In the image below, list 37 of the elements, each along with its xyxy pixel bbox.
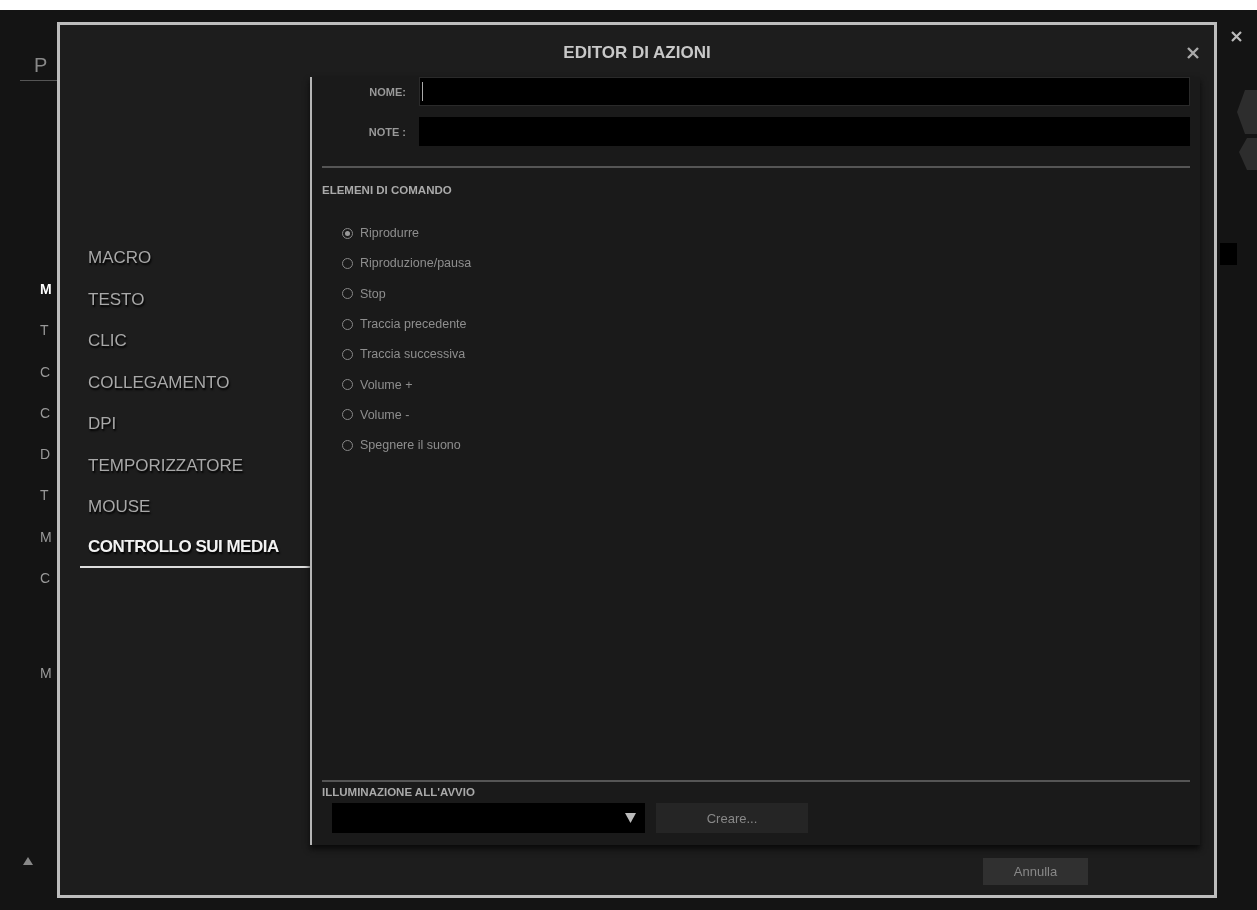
- create-button[interactable]: Creare...: [656, 803, 808, 833]
- nav-item[interactable]: TEMPORIZZATORE: [80, 444, 310, 486]
- close-icon[interactable]: [1187, 47, 1199, 59]
- menu-item[interactable]: T: [40, 475, 57, 517]
- cancel-button[interactable]: Annulla: [983, 858, 1088, 885]
- close-icon[interactable]: [1231, 31, 1242, 42]
- menu-item[interactable]: M: [40, 269, 57, 311]
- input-field[interactable]: [419, 117, 1190, 146]
- menu-item[interactable]: T: [40, 310, 57, 352]
- option-label: Volume -: [360, 407, 410, 422]
- section-heading: ILLUMINAZIONE ALL'AVVIO: [322, 786, 476, 798]
- nav-item[interactable]: TESTO: [80, 278, 310, 320]
- option-label: Riproduzione/pausa: [360, 256, 472, 271]
- menu-item[interactable]: C: [40, 392, 57, 435]
- field-label: NOTE :: [367, 125, 407, 138]
- option-label: Riprodurre: [360, 226, 420, 241]
- field-label: NOME:: [368, 85, 407, 98]
- menu-item[interactable]: C: [40, 558, 57, 600]
- option-label: Spegnere il suono: [360, 438, 461, 453]
- dialog-title: EDITOR DI AZIONI: [563, 42, 711, 63]
- option-label: Traccia successiva: [360, 347, 466, 362]
- nav-item[interactable]: MACRO: [80, 237, 310, 279]
- menu-item[interactable]: M: [40, 653, 57, 695]
- input-field[interactable]: [419, 77, 1190, 106]
- nav-item[interactable]: MOUSE: [80, 486, 310, 528]
- nav-item[interactable]: COLLEGAMENTO: [80, 361, 310, 403]
- nav-item[interactable]: CLIC: [80, 320, 310, 362]
- nav-item[interactable]: DPI: [80, 403, 310, 445]
- menu-item[interactable]: D: [40, 434, 57, 476]
- section-heading: ELEMENI DI COMANDO: [322, 184, 453, 196]
- caret-icon: [625, 813, 636, 823]
- option-label: Volume +: [360, 377, 413, 392]
- option-label: Stop: [360, 286, 386, 301]
- menu-item[interactable]: M: [40, 516, 57, 559]
- up-arrow-icon[interactable]: [23, 857, 33, 865]
- menu-item[interactable]: C: [40, 351, 57, 393]
- option-label: Traccia precedente: [360, 317, 467, 332]
